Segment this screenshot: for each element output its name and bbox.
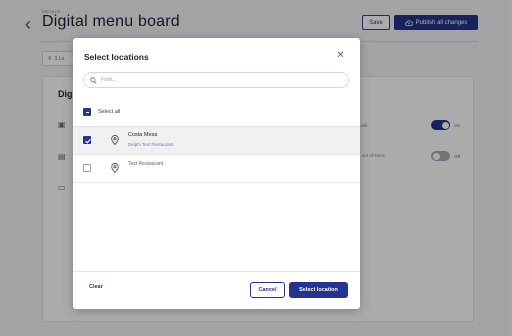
search-field[interactable] xyxy=(83,72,349,88)
select-all-checkbox[interactable] xyxy=(83,108,91,116)
location-name: Test Restaurant xyxy=(128,161,164,167)
location-pin-icon xyxy=(111,163,119,173)
list-item-location[interactable]: Costa Mesa Delphi Test Restaurant xyxy=(73,127,360,154)
clear-button[interactable]: Clear xyxy=(89,284,103,290)
list-divider xyxy=(73,182,360,183)
location-pin-icon xyxy=(111,135,119,145)
location-subtitle: Delphi Test Restaurant xyxy=(128,142,174,147)
location-checkbox[interactable] xyxy=(83,136,91,144)
list-item-location[interactable]: Test Restaurant xyxy=(73,155,360,182)
cancel-button[interactable]: Cancel xyxy=(250,282,285,298)
modal-title: Select locations xyxy=(84,52,149,62)
close-icon[interactable]: ✕ xyxy=(335,50,346,61)
search-input[interactable] xyxy=(101,74,341,86)
select-all-option[interactable]: Select all xyxy=(83,108,120,116)
select-locations-modal: Select locations ✕ Select all Costa Mesa… xyxy=(73,38,360,309)
footer-divider xyxy=(73,271,360,272)
location-name: Costa Mesa xyxy=(128,132,158,138)
select-location-button[interactable]: Select location xyxy=(289,282,348,298)
select-all-label: Select all xyxy=(98,109,121,115)
search-icon xyxy=(90,76,97,84)
location-checkbox[interactable] xyxy=(83,164,91,172)
